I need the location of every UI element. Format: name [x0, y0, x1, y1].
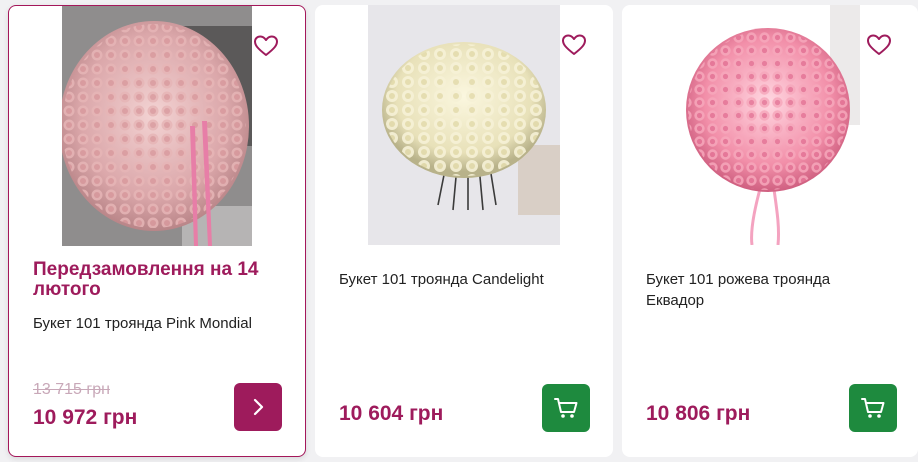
shopping-cart-icon: [554, 398, 578, 418]
product-image[interactable]: [62, 6, 252, 246]
product-image[interactable]: [680, 5, 860, 245]
add-to-favorites-heart-icon[interactable]: [561, 33, 587, 57]
preorder-badge: Передзамовлення на 14 лютого: [33, 259, 259, 300]
add-to-cart-button[interactable]: [849, 384, 897, 432]
product-card-ecuador[interactable]: Букет 101 рожева троянда Еквадор 10 806 …: [622, 5, 918, 457]
old-price: 13 715 грн: [33, 381, 110, 398]
product-card-pink-mondial[interactable]: Передзамовлення на 14 лютого Букет 101 т…: [8, 5, 306, 457]
add-to-favorites-heart-icon[interactable]: [253, 34, 279, 58]
product-card-candelight[interactable]: Букет 101 троянда Candelight 10 604 грн: [315, 5, 613, 457]
add-to-favorites-heart-icon[interactable]: [866, 33, 892, 57]
open-product-button[interactable]: [234, 383, 282, 431]
product-name[interactable]: Букет 101 троянда Pink Mondial: [33, 313, 293, 334]
product-price: 10 806 грн: [646, 402, 751, 425]
product-name[interactable]: Букет 101 рожева троянда Еквадор: [646, 269, 876, 311]
product-price: 10 604 грн: [339, 402, 444, 425]
pink-roses-ball-bouquet-image: [680, 5, 860, 245]
product-price: 10 972 грн: [33, 406, 138, 429]
pink-roses-bouquet-image: [62, 6, 252, 246]
white-roses-bouquet-image: [368, 5, 560, 245]
product-name[interactable]: Букет 101 троянда Candelight: [339, 269, 599, 290]
shopping-cart-icon: [861, 398, 885, 418]
product-image[interactable]: [368, 5, 560, 245]
chevron-right-icon: [253, 398, 264, 416]
add-to-cart-button[interactable]: [542, 384, 590, 432]
